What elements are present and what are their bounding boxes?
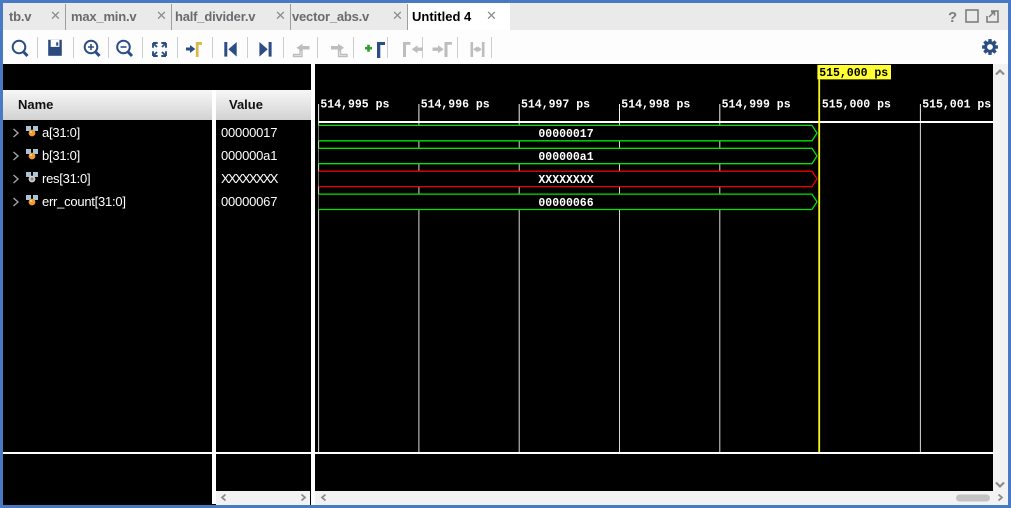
svg-text:XXXXXXXX: XXXXXXXX	[538, 174, 593, 187]
svg-text:000000a1: 000000a1	[538, 151, 593, 164]
svg-text:515,001 ps: 515,001 ps	[922, 99, 991, 112]
svg-text:515,000 ps: 515,000 ps	[819, 67, 888, 80]
svg-text:00000017: 00000017	[538, 128, 593, 141]
svg-text:514,995 ps: 514,995 ps	[320, 99, 389, 112]
svg-text:?: ?	[948, 9, 957, 26]
svg-text:515,000 ps: 515,000 ps	[822, 99, 891, 112]
svg-text:514,996 ps: 514,996 ps	[421, 99, 490, 112]
svg-text:00000066: 00000066	[538, 197, 593, 210]
svg-text:514,999 ps: 514,999 ps	[722, 99, 791, 112]
svg-text:514,997 ps: 514,997 ps	[521, 99, 590, 112]
svg-text:514,998 ps: 514,998 ps	[621, 99, 690, 112]
